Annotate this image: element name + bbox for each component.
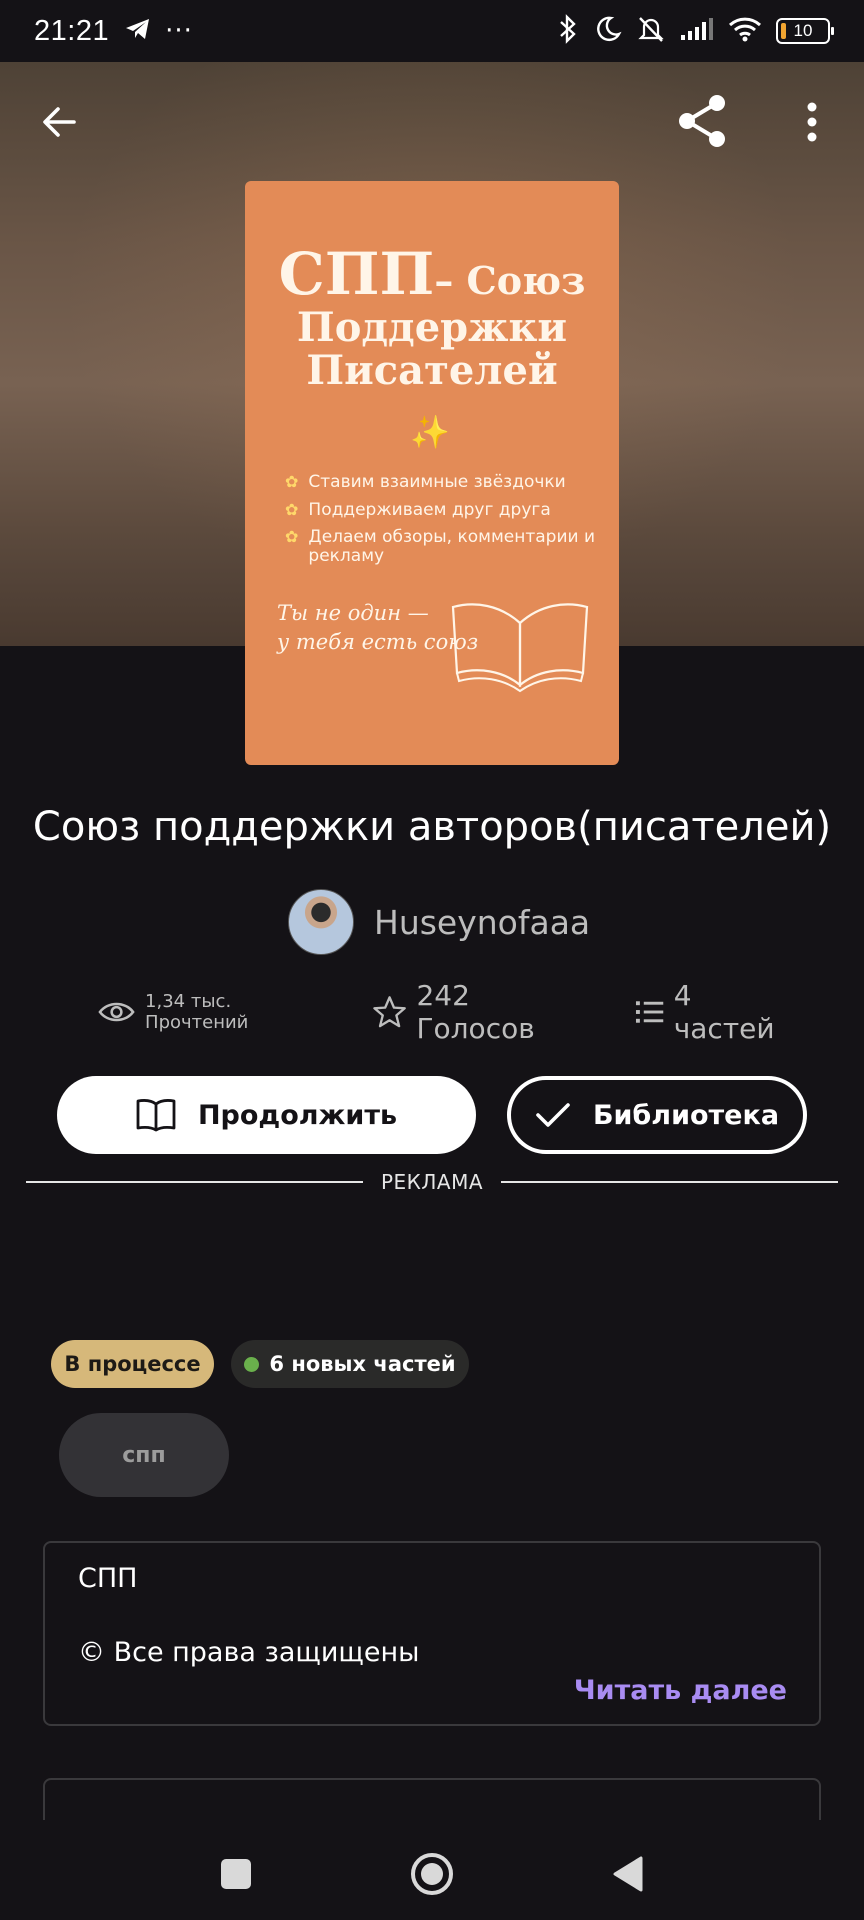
author-row[interactable]: Huseynofaaa [288, 889, 590, 955]
mute-icon [636, 14, 666, 48]
description-card: СПП © Все права защищены Читать далее [43, 1541, 821, 1726]
open-book-icon [136, 1099, 176, 1132]
author-name[interactable]: Huseynofaaa [374, 903, 590, 942]
divider [26, 1181, 363, 1183]
continue-reading-button[interactable]: Продолжить [57, 1076, 476, 1154]
cover-title-big: СПП [278, 240, 435, 308]
flower-icon: ✿ [285, 527, 299, 547]
back-nav-button[interactable] [604, 1850, 652, 1898]
reads-count: 1,34 тыс. Прочтений [145, 991, 249, 1033]
home-circle-icon [411, 1853, 453, 1895]
votes-count: 242 Голосов [416, 979, 535, 1045]
cover-title: СПП– Союз Поддержки Писателей [245, 243, 619, 392]
copyright-line: © Все права защищены [78, 1637, 420, 1668]
cover-bullets: ✿ Ставим взаимные звёздочки ✿ Поддерживаем… [285, 473, 599, 575]
recents-button[interactable] [212, 1850, 260, 1898]
square-icon [221, 1859, 251, 1889]
read-more-link[interactable]: Читать далее [574, 1675, 787, 1706]
parts-count: 4 частей [673, 979, 775, 1045]
status-bar: 21:21 ··· 10 [0, 0, 864, 62]
tag-chip[interactable]: спп [59, 1413, 229, 1497]
arrow-left-icon [43, 107, 76, 137]
back-button[interactable] [30, 92, 90, 152]
divider [501, 1181, 838, 1183]
list-icon [635, 1001, 663, 1023]
votes-stat: 242 Голосов [373, 979, 592, 1045]
library-label: Библиотека [592, 1099, 780, 1131]
avatar[interactable] [288, 889, 354, 955]
new-parts-badge: 6 новых частей [231, 1340, 469, 1388]
eye-icon [98, 1002, 135, 1022]
cover-title-dash: – Союз [434, 258, 586, 303]
cover-bullet: ✿ Ставим взаимные звёздочки [285, 472, 566, 492]
parts-stat: 4 частей [635, 979, 799, 1045]
more-vertical-icon [807, 102, 817, 142]
system-nav-bar [0, 1820, 864, 1920]
description-line: СПП [78, 1563, 138, 1594]
checkmark-icon [536, 1103, 570, 1127]
status-overflow: ··· [165, 16, 193, 46]
share-icon [679, 95, 725, 147]
book-stats: 1,34 тыс. Прочтений 242 Голосов 4 частей [98, 979, 798, 1045]
new-parts-label: 6 новых частей [269, 1352, 456, 1376]
more-options-button[interactable] [790, 92, 834, 152]
cover-bullet: ✿ Поддерживаем друг друга [285, 499, 551, 520]
cover-title-line2: Поддержки [296, 303, 568, 351]
battery-icon: 10 [776, 18, 834, 44]
flower-icon: ✿ [285, 472, 299, 491]
telegram-icon [125, 18, 151, 44]
reads-stat: 1,34 тыс. Прочтений [98, 991, 335, 1033]
moon-icon [594, 15, 622, 47]
bluetooth-icon [556, 14, 580, 48]
status-time: 21:21 [34, 14, 110, 47]
book-title: Союз поддержки авторов(писателей) [32, 804, 832, 850]
ad-separator: РЕКЛАМА [26, 1168, 838, 1196]
cover-bullet: ✿ Делаем обзоры, комментарии и рекламу [285, 527, 596, 567]
status-badge: В процессе [51, 1340, 214, 1388]
wifi-icon [728, 16, 762, 46]
continue-label: Продолжить [197, 1099, 398, 1131]
star-icon [373, 996, 407, 1028]
sparkle-icon: ✨ [410, 413, 450, 451]
signal-icon [680, 17, 714, 45]
share-button[interactable] [672, 90, 734, 152]
ad-label: РЕКЛАМА [380, 1170, 484, 1194]
cover-title-line3: Писателей [306, 346, 558, 394]
flower-icon: ✿ [285, 499, 299, 519]
book-cover: СПП– Союз Поддержки Писателей ✨ ✿ Ставим … [245, 181, 619, 765]
triangle-back-icon [613, 1856, 643, 1892]
green-dot-icon [244, 1356, 260, 1372]
open-book-illustration [451, 603, 589, 693]
library-button[interactable]: Библиотека [507, 1076, 807, 1154]
home-button[interactable] [408, 1850, 456, 1898]
